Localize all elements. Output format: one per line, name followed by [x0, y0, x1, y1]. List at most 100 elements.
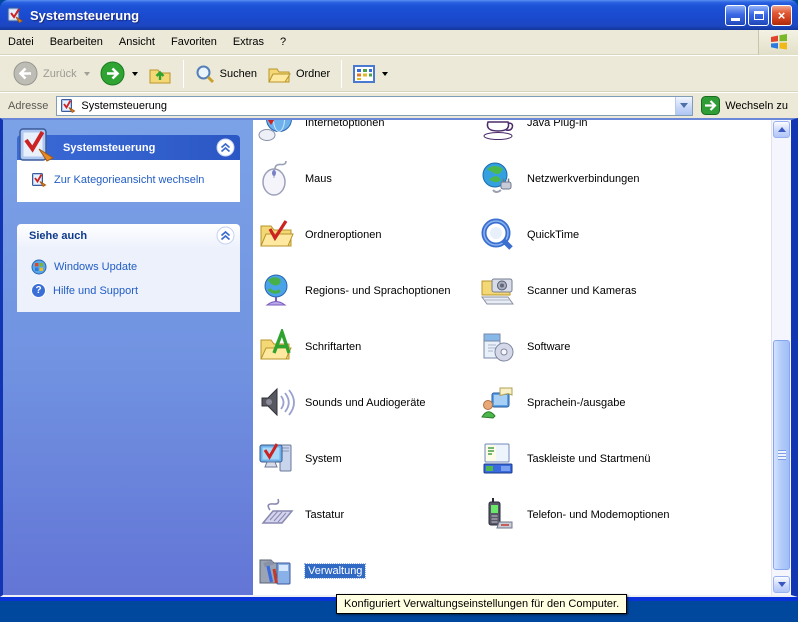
- views-icon: [353, 65, 375, 83]
- back-dropdown-icon[interactable]: [84, 72, 90, 76]
- folder-options-icon: [257, 217, 295, 253]
- item-label: Sounds und Audiogeräte: [305, 397, 426, 409]
- menu-bearbeiten[interactable]: Bearbeiten: [42, 32, 111, 52]
- item-sprachein-ausgabe[interactable]: Sprachein-/ausgabe: [475, 375, 771, 431]
- forward-dropdown-icon[interactable]: [132, 72, 138, 76]
- folders-button[interactable]: Ordner: [262, 62, 335, 86]
- item-label: Software: [527, 341, 570, 353]
- address-label: Adresse: [8, 100, 48, 112]
- item-label: Internetoptionen: [305, 120, 385, 129]
- item-label: Telefon- und Modemoptionen: [527, 509, 669, 521]
- admin-tools-icon: [257, 553, 295, 589]
- control-panel-icon: [6, 6, 24, 24]
- item-schriftarten[interactable]: Schriftarten: [253, 319, 475, 375]
- menu-hilfe[interactable]: ?: [272, 32, 294, 52]
- scanners-cameras-icon: [479, 273, 517, 309]
- item-verwaltung[interactable]: Verwaltung: [253, 543, 475, 595]
- search-button[interactable]: Suchen: [190, 62, 262, 86]
- item-label: Netzwerkverbindungen: [527, 173, 640, 185]
- panel-title: Siehe auch: [29, 230, 216, 242]
- go-button[interactable]: Wechseln zu: [701, 96, 792, 115]
- item-ordneroptionen[interactable]: Ordneroptionen: [253, 207, 475, 263]
- panel-body: Zur Kategorieansicht wechseln: [17, 160, 240, 202]
- folders-label: Ordner: [296, 68, 330, 80]
- title-bar[interactable]: Systemsteuerung ×: [0, 0, 798, 30]
- software-icon: [479, 329, 517, 365]
- forward-icon: [100, 61, 125, 86]
- address-dropdown-button[interactable]: [675, 97, 692, 115]
- address-value: Systemsteuerung: [81, 100, 675, 112]
- item-tastatur[interactable]: Tastatur: [253, 487, 475, 543]
- toolbar: Zurück Suchen Ordner: [0, 55, 798, 92]
- views-dropdown-icon[interactable]: [382, 72, 388, 76]
- switch-category-view-link[interactable]: Zur Kategorieansicht wechseln: [31, 168, 234, 192]
- menu-favoriten[interactable]: Favoriten: [163, 32, 225, 52]
- panel-header[interactable]: Systemsteuerung: [17, 135, 240, 160]
- speech-in-out-icon: [479, 385, 517, 421]
- internet-options-icon: [257, 120, 295, 141]
- maximize-button[interactable]: [748, 5, 769, 26]
- item-internetoptionen[interactable]: Internetoptionen: [253, 120, 475, 151]
- back-button[interactable]: Zurück: [8, 59, 95, 88]
- folder-icon: [267, 64, 291, 84]
- panel-title: Systemsteuerung: [63, 142, 216, 154]
- item-system[interactable]: System: [253, 431, 475, 487]
- item-java-plugin[interactable]: Java Plug-in: [475, 120, 771, 151]
- item-label: System: [305, 453, 342, 465]
- client-area: Systemsteuerung Zur Kategorieansicht wec…: [0, 118, 798, 597]
- search-icon: [195, 64, 215, 84]
- item-netzwerkverbindungen[interactable]: Netzwerkverbindungen: [475, 151, 771, 207]
- item-taskleiste-startmenu[interactable]: Taskleiste und Startmenü: [475, 431, 771, 487]
- quicktime-icon: [479, 217, 517, 253]
- windows-logo-icon: [758, 30, 798, 55]
- address-bar: Adresse Systemsteuerung Wechseln zu: [0, 92, 798, 118]
- chevron-down-icon: [680, 103, 688, 108]
- help-support-link[interactable]: ? Hilfe und Support: [31, 279, 234, 302]
- item-sounds-audio[interactable]: Sounds und Audiogeräte: [253, 375, 475, 431]
- item-label: Regions- und Sprachoptionen: [305, 285, 451, 297]
- go-arrow-icon: [701, 96, 720, 115]
- windows-update-icon: [31, 259, 47, 275]
- menu-ansicht[interactable]: Ansicht: [111, 32, 163, 52]
- explorer-window: Systemsteuerung × Datei Bearbeiten Ansic…: [0, 0, 798, 622]
- windows-update-link[interactable]: Windows Update: [31, 255, 234, 279]
- item-scanner-kameras[interactable]: Scanner und Kameras: [475, 263, 771, 319]
- item-regionsoptionen[interactable]: Regions- und Sprachoptionen: [253, 263, 475, 319]
- task-pane: Systemsteuerung Zur Kategorieansicht wec…: [3, 120, 253, 595]
- forward-button[interactable]: [95, 59, 143, 88]
- menu-extras[interactable]: Extras: [225, 32, 272, 52]
- control-panel-icon: [17, 127, 57, 165]
- scrollbar-thumb[interactable]: [773, 340, 790, 570]
- item-label: Taskleiste und Startmenü: [527, 453, 651, 465]
- back-icon: [13, 61, 38, 86]
- go-label: Wechseln zu: [725, 100, 788, 112]
- category-view-icon: [31, 172, 47, 188]
- scroll-down-button[interactable]: [773, 576, 790, 593]
- panel-siehe-auch: Siehe auch Windows Update ? Hilfe und: [17, 224, 240, 312]
- collapse-chevron-icon[interactable]: [216, 138, 235, 157]
- minimize-button[interactable]: [725, 5, 746, 26]
- address-input[interactable]: Systemsteuerung: [56, 96, 693, 116]
- toolbar-separator: [341, 60, 342, 88]
- panel-header[interactable]: Siehe auch: [17, 224, 240, 247]
- window-title: Systemsteuerung: [30, 8, 723, 23]
- up-button[interactable]: [143, 61, 177, 87]
- collapse-chevron-icon[interactable]: [216, 226, 235, 245]
- fonts-icon: [257, 329, 295, 365]
- item-label: Ordneroptionen: [305, 229, 381, 241]
- vertical-scrollbar[interactable]: [771, 120, 791, 595]
- thumb-gripper: [778, 450, 786, 460]
- menu-datei[interactable]: Datei: [0, 32, 42, 52]
- control-panel-icon: [60, 98, 76, 114]
- item-telefon-modem[interactable]: Telefon- und Modemoptionen: [475, 487, 771, 543]
- item-maus[interactable]: Maus: [253, 151, 475, 207]
- close-button[interactable]: ×: [771, 5, 792, 26]
- item-software[interactable]: Software: [475, 319, 771, 375]
- mouse-icon: [257, 161, 295, 197]
- help-icon: ?: [31, 283, 46, 298]
- tooltip: Konfiguriert Verwaltungseinstellungen fü…: [336, 594, 627, 614]
- scroll-up-button[interactable]: [773, 121, 790, 138]
- views-button[interactable]: [348, 63, 393, 85]
- item-quicktime[interactable]: QuickTime: [475, 207, 771, 263]
- link-label: Windows Update: [54, 261, 137, 273]
